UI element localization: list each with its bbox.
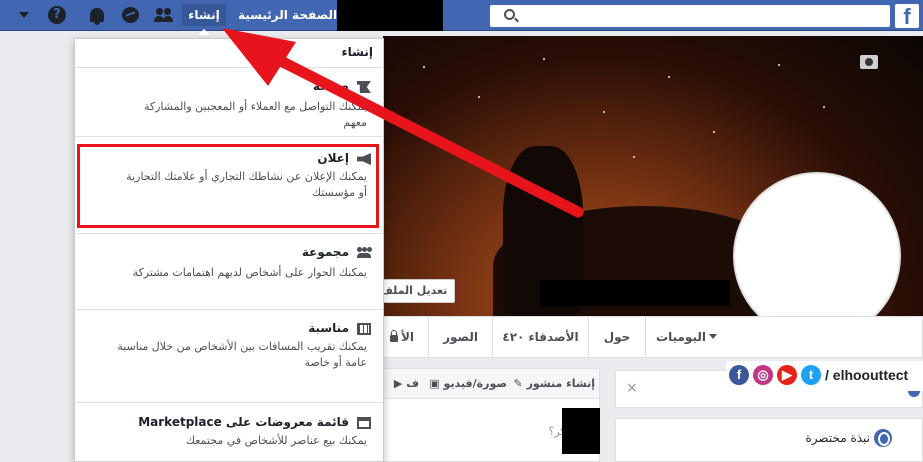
facebook-icon: f [729,365,749,385]
menu-item-name: مجموعة [301,245,349,259]
intro-title: نبذة مختصرة [805,431,870,445]
dropdown-title: إنشاء [341,45,373,59]
photo-video-button[interactable]: ▣ صورة/فيديو [429,369,507,399]
profile-tabs: اليوميات حول الأصدقاء ٤٢٠ الصور الأ [383,316,923,358]
search-box[interactable] [490,5,890,27]
composer-toolbar: ✎ إنشاء منشور ▣ صورة/فيديو ▶ ف [384,369,599,399]
watermark-handle: / elhoouttect [825,367,909,383]
menu-item-name: صفحة [312,79,349,93]
group-icon [357,247,372,259]
tab-photos[interactable]: الصور [428,317,492,357]
redacted-name-on-cover [540,280,730,306]
calendar-icon [357,323,371,335]
highlight-box [77,144,379,228]
divider [75,309,383,310]
live-video-button[interactable]: ▶ ف [394,369,419,399]
instagram-icon: ◎ [753,365,773,385]
tab-friends[interactable]: الأصدقاء ٤٢٠ [492,317,588,357]
facebook-logo[interactable]: f [895,4,919,28]
menu-item-description: يمكنك الحوار على أشخاص لديهم اهتمامات مش… [132,266,367,279]
flag-icon [357,81,371,93]
redacted-composer-avatar [562,408,600,454]
menu-item-name: قائمة معروضات على Marketplace [138,415,349,429]
redacted-profile-name [337,0,443,31]
camera-icon[interactable] [860,55,878,69]
top-navigation-bar: f الصفحة الرئيسية إنشاء ? [0,0,923,35]
menu-item-description: يمكنك التواصل مع العملاء أو المعجبين وال… [143,100,367,129]
divider [75,67,383,68]
twitter-icon: t [801,365,821,385]
create-post-button[interactable]: ✎ إنشاء منشور [514,369,595,399]
menu-item-name: مناسبة [308,321,349,335]
social-watermark: f ◎ ▶ t / elhoouttect [726,361,923,391]
store-icon [357,417,371,429]
lock-icon [390,330,398,342]
home-link[interactable]: الصفحة الرئيسية [232,4,337,26]
search-input[interactable] [524,7,884,25]
profile-picture[interactable] [733,172,901,340]
search-icon[interactable] [504,9,515,20]
youtube-icon: ▶ [777,365,797,385]
create-post-label: إنشاء منشور [526,377,595,390]
menu-item-event[interactable]: مناسبة يمكنك تقريب المسافات بين الأشخاص … [75,319,383,389]
divider [75,136,383,137]
live-video-label: ف [406,377,419,390]
tab-archive[interactable]: الأ [384,317,428,357]
edit-profile-label: تعديل الملف [380,284,448,297]
divider [75,402,383,403]
tab-archive-label: الأ [401,330,415,344]
tab-about[interactable]: حول [588,317,645,357]
divider [75,233,383,234]
close-icon[interactable]: × [626,379,638,397]
messenger-icon[interactable] [118,4,142,26]
intro-card: نبذة مختصرة [615,418,923,462]
menu-item-page[interactable]: صفحة يمكنك التواصل مع العملاء أو المعجبي… [75,75,383,135]
tab-timeline-label: اليوميات [656,330,706,344]
edit-profile-button[interactable]: تعديل الملف [375,279,455,303]
create-button[interactable]: إنشاء [182,4,226,35]
menu-item-marketplace[interactable]: قائمة معروضات على Marketplace يمكنك بيع … [75,413,383,461]
chevron-down-icon [708,334,717,343]
create-dropdown-menu: إنشاء صفحة يمكنك التواصل مع العملاء أو ا… [74,38,384,462]
help-icon[interactable]: ? [45,4,69,26]
account-menu-chevron-down-icon[interactable] [12,4,36,26]
friend-requests-icon[interactable] [151,4,175,26]
photo-video-label: صورة/فيديو [443,377,507,390]
menu-item-group[interactable]: مجموعة يمكنك الحوار على أشخاص لديهم اهتم… [75,243,383,303]
menu-item-description: يمكنك بيع عناصر للأشخاص في مجتمعك [185,434,367,447]
tab-timeline[interactable]: اليوميات [645,317,727,357]
globe-icon [874,429,892,447]
menu-item-description: يمكنك تقريب المسافات بين الأشخاص من خلال… [117,340,367,369]
notifications-bell-icon[interactable] [85,4,109,26]
